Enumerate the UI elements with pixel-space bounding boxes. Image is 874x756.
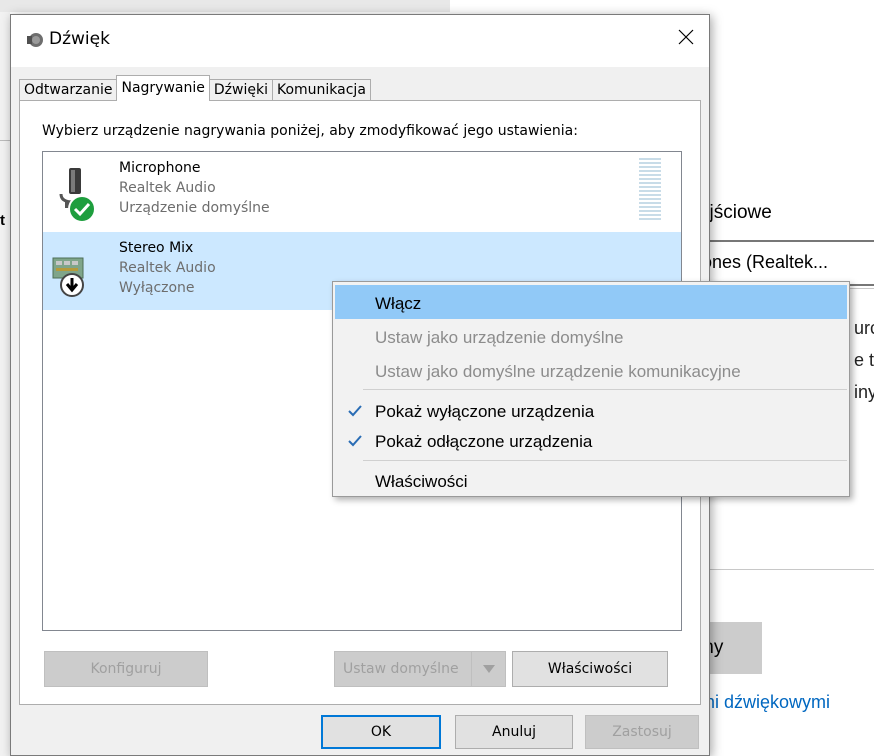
tab-nagrywanie[interactable]: Nagrywanie xyxy=(116,75,210,101)
chevron-down-icon xyxy=(482,665,495,673)
green-check-icon xyxy=(68,195,96,223)
close-button[interactable] xyxy=(663,15,709,59)
device-status: Urządzenie domyślne xyxy=(119,200,270,216)
close-icon xyxy=(678,29,694,45)
background-text-fragment: e t xyxy=(854,350,874,370)
checkmark-icon xyxy=(348,435,362,447)
menu-separator xyxy=(363,389,847,390)
ok-button[interactable]: OK xyxy=(321,715,441,749)
menu-item-show-disabled[interactable]: Pokaż wyłączone urządzenia xyxy=(335,393,847,427)
output-device-dropdown[interactable]: ones (Realtek... xyxy=(692,240,874,286)
device-name: Stereo Mix xyxy=(119,240,194,256)
cancel-button[interactable]: Anuluj xyxy=(455,715,573,749)
device-name: Microphone xyxy=(119,160,201,176)
tab-odtwarzanie[interactable]: Odtwarzanie xyxy=(19,79,118,101)
apply-button[interactable]: Zastosuj xyxy=(585,715,699,749)
device-context-menu: Włącz Ustaw jako urządzenie domyślne Ust… xyxy=(332,281,850,497)
level-meter xyxy=(639,158,661,222)
set-default-label: Ustaw domyślne xyxy=(343,661,459,677)
tab-strip: Odtwarzanie Nagrywanie Dźwięki Komunikac… xyxy=(19,75,371,101)
background-text-fragment: iny xyxy=(854,382,874,402)
set-default-dropdown-arrow[interactable] xyxy=(471,652,505,686)
checkmark-icon xyxy=(348,405,362,417)
device-status: Wyłączone xyxy=(119,280,195,296)
tab-komunikacja[interactable]: Komunikacja xyxy=(271,79,371,101)
instruction-text: Wybierz urządzenie nagrywania poniżej, a… xyxy=(42,123,578,139)
background-window-strip xyxy=(0,0,450,12)
set-default-button[interactable]: Ustaw domyślne xyxy=(334,651,506,687)
output-section-heading: yjściowe xyxy=(700,202,772,223)
menu-item-set-default-communication[interactable]: Ustaw jako domyślne urządzenie komunikac… xyxy=(335,353,847,387)
background-left-edge xyxy=(0,12,10,756)
disabled-arrow-icon xyxy=(60,273,84,297)
menu-item-show-disconnected[interactable]: Pokaż odłączone urządzenia xyxy=(335,423,847,457)
menu-item-set-default[interactable]: Ustaw jako urządzenie domyślne xyxy=(335,319,847,353)
menu-item-label: Pokaż odłączone urządzenia xyxy=(375,432,593,451)
background-left-text-fragment: t xyxy=(0,212,5,229)
dialog-title: Dźwięk xyxy=(49,29,110,49)
properties-button[interactable]: Właściwości xyxy=(512,651,668,687)
device-driver: Realtek Audio xyxy=(119,260,216,276)
menu-item-properties[interactable]: Właściwości xyxy=(335,463,847,497)
menu-item-label: Pokaż wyłączone urządzenia xyxy=(375,402,595,421)
title-bar[interactable]: Dźwięk xyxy=(11,15,709,67)
menu-separator xyxy=(363,460,847,461)
speaker-icon xyxy=(27,33,43,47)
menu-item-enable[interactable]: Włącz xyxy=(335,285,847,319)
background-text-fragment: urc xyxy=(854,318,874,338)
sound-control-panel-link[interactable]: mi dźwiękowymi xyxy=(700,692,830,713)
background-left-divider xyxy=(0,140,10,148)
tab-dzwieki[interactable]: Dźwięki xyxy=(208,79,273,101)
device-row-microphone[interactable]: Microphone Realtek Audio Urządzenie domy… xyxy=(43,152,681,230)
configure-button[interactable]: Konfiguruj xyxy=(44,651,208,687)
device-driver: Realtek Audio xyxy=(119,180,216,196)
